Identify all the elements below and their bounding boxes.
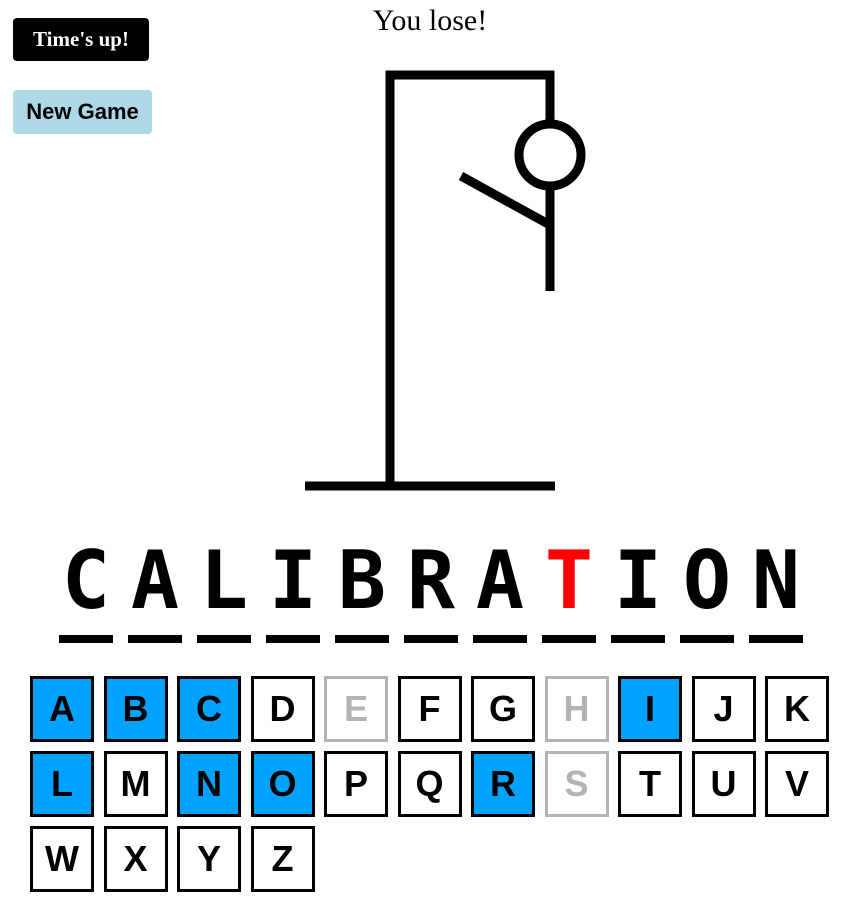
word-letter-slot: I — [266, 528, 320, 648]
word-letter-slot: N — [749, 528, 803, 648]
letter-underline — [749, 635, 803, 643]
letter-underline — [542, 635, 596, 643]
word-letter: I — [268, 534, 318, 627]
word-letter: I — [613, 534, 663, 627]
word-letter-slot: A — [473, 528, 527, 648]
word-letter: B — [337, 534, 387, 627]
letter-underline — [404, 635, 458, 643]
key-w[interactable]: W — [30, 826, 94, 892]
key-t[interactable]: T — [618, 751, 682, 817]
key-c[interactable]: C — [177, 676, 241, 742]
letter-underline — [611, 635, 665, 643]
letter-underline — [680, 635, 734, 643]
key-y[interactable]: Y — [177, 826, 241, 892]
word-letter-slot: O — [680, 528, 734, 648]
key-h[interactable]: H — [544, 676, 609, 742]
letter-underline — [335, 635, 389, 643]
key-u[interactable]: U — [691, 751, 756, 817]
word-letter-slot: L — [197, 528, 251, 648]
key-e[interactable]: E — [324, 676, 388, 742]
key-a[interactable]: A — [30, 676, 94, 742]
letter-underline — [266, 635, 320, 643]
key-j[interactable]: J — [691, 676, 756, 742]
key-n[interactable]: N — [177, 751, 241, 817]
missed-letter: T — [544, 534, 594, 627]
key-r[interactable]: R — [471, 751, 535, 817]
key-d[interactable]: D — [250, 676, 315, 742]
key-v[interactable]: V — [765, 751, 829, 817]
word-letter: R — [406, 534, 456, 627]
word-letter-slot: A — [128, 528, 182, 648]
letter-underline — [59, 635, 113, 643]
word-letter: L — [199, 534, 249, 627]
letter-underline — [197, 635, 251, 643]
key-i[interactable]: I — [618, 676, 682, 742]
letter-underline — [473, 635, 527, 643]
hangman-head — [514, 119, 586, 191]
word-letter: A — [130, 534, 180, 627]
word-letter-slot: C — [59, 528, 113, 648]
key-s[interactable]: S — [544, 751, 609, 817]
key-x[interactable]: X — [103, 826, 168, 892]
word-letter: A — [475, 534, 525, 627]
key-m[interactable]: M — [103, 751, 168, 817]
key-f[interactable]: F — [397, 676, 462, 742]
key-o[interactable]: O — [250, 751, 315, 817]
hangman-drawing — [305, 70, 586, 491]
word-letter-slot: B — [335, 528, 389, 648]
word-display: CALIBRATION — [0, 528, 856, 648]
word-letter-slot: I — [611, 528, 665, 648]
key-z[interactable]: Z — [250, 826, 315, 892]
letter-underline — [128, 635, 182, 643]
word-letter: O — [682, 534, 732, 627]
word-letter: N — [751, 534, 801, 627]
word-letter: C — [61, 534, 111, 627]
word-letter-slot: T — [542, 528, 596, 648]
key-q[interactable]: Q — [397, 751, 462, 817]
key-b[interactable]: B — [103, 676, 168, 742]
key-k[interactable]: K — [765, 676, 829, 742]
key-p[interactable]: P — [324, 751, 388, 817]
word-letter-slot: R — [404, 528, 458, 648]
key-g[interactable]: G — [471, 676, 535, 742]
key-l[interactable]: L — [30, 751, 94, 817]
